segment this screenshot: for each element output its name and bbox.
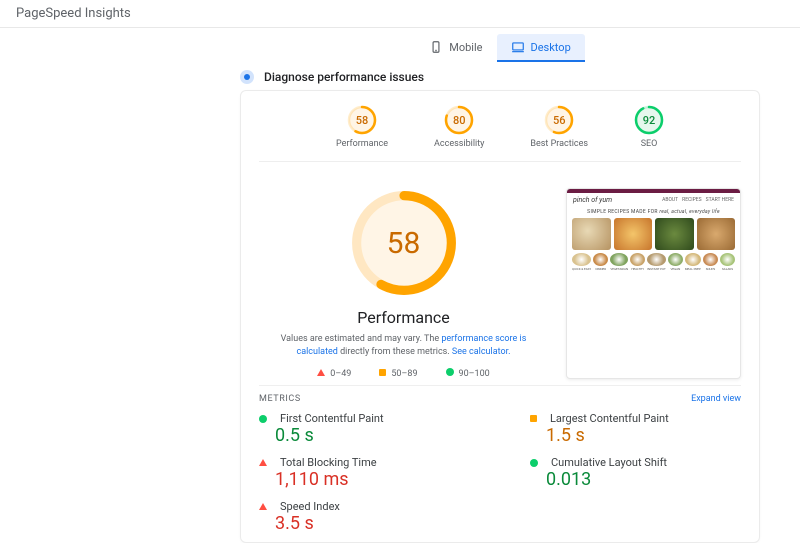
metrics-heading: METRICS — [259, 394, 301, 404]
scores-row: 58 Performance 80 Accessibility 56 Best … — [259, 105, 741, 162]
metric-cumulative-layout-shift[interactable]: Cumulative Layout Shift 0.013 — [530, 456, 741, 490]
performance-gauge: 58 — [349, 188, 459, 298]
circle-green-icon — [530, 459, 538, 467]
metrics-grid: First Contentful Paint 0.5 s Largest Con… — [259, 408, 741, 534]
thumb-headline: SIMPLE RECIPES MADE FOR — [587, 209, 658, 215]
gauge-icon: 56 — [544, 105, 574, 135]
legend-high: 90–100 — [446, 368, 490, 379]
metric-value: 0.5 s — [259, 425, 470, 446]
mobile-icon — [429, 40, 443, 54]
thumb-food-row — [567, 218, 740, 253]
score-best-practices[interactable]: 56 Best Practices — [530, 105, 588, 149]
diagnose-title: Diagnose performance issues — [264, 70, 424, 84]
thumb-nav: pinch of yum ABOUT RECIPES START HERE — [567, 193, 740, 207]
metric-speed-index[interactable]: Speed Index 3.5 s — [259, 500, 470, 534]
metric-value: 0.013 — [530, 469, 741, 490]
score-label: Performance — [336, 139, 388, 149]
thumb-chip: INSTANT POT — [647, 253, 666, 271]
triangle-red-icon — [259, 503, 267, 510]
score-performance[interactable]: 58 Performance — [336, 105, 388, 149]
gauge-icon: 58 — [347, 105, 377, 135]
thumb-nav-item: RECIPES — [682, 197, 702, 203]
metric-value: 3.5 s — [259, 513, 470, 534]
diagnose-header: Diagnose performance issues — [240, 70, 760, 84]
metric-name-row: Largest Contentful Paint — [530, 412, 741, 425]
score-label: Best Practices — [530, 139, 588, 149]
thumb-hero: SIMPLE RECIPES MADE FOR real, actual, ev… — [567, 207, 740, 218]
metric-name: Largest Contentful Paint — [550, 412, 669, 425]
score-label: Accessibility — [434, 139, 484, 149]
circle-green-icon — [446, 368, 454, 376]
triangle-red-icon — [259, 459, 267, 466]
score-label: SEO — [634, 139, 664, 149]
metric-name: Total Blocking Time — [280, 456, 377, 469]
thumb-chip: VEGAN — [668, 253, 683, 271]
gauge-icon: 92 — [634, 105, 664, 135]
performance-title: Performance — [259, 308, 548, 327]
metric-name-row: Speed Index — [259, 500, 470, 513]
expand-view-link[interactable]: Expand view — [691, 394, 741, 404]
score-legend: 0–49 50–89 90–100 — [259, 368, 548, 379]
score-seo[interactable]: 92 SEO — [634, 105, 664, 149]
metric-name-row: Total Blocking Time — [259, 456, 470, 469]
thumb-nav-item: START HERE — [706, 197, 734, 203]
square-orange-icon — [379, 369, 386, 376]
main-content: Mobile Desktop Diagnose performance issu… — [240, 34, 760, 543]
legend-low: 0–49 — [317, 369, 351, 379]
score-value: 56 — [544, 105, 574, 135]
tab-desktop-label: Desktop — [531, 41, 571, 54]
tab-mobile-label: Mobile — [449, 41, 482, 54]
score-value: 92 — [634, 105, 664, 135]
performance-score-value: 58 — [349, 188, 459, 298]
thumb-chip: SALADS — [720, 253, 735, 271]
page-thumbnail: pinch of yum ABOUT RECIPES START HERE SIMP… — [566, 188, 741, 379]
metric-first-contentful-paint[interactable]: First Contentful Paint 0.5 s — [259, 412, 470, 446]
desktop-icon — [511, 40, 525, 54]
metric-name: First Contentful Paint — [280, 412, 384, 425]
metrics-header: METRICS Expand view — [259, 385, 741, 408]
metric-name-row: First Contentful Paint — [259, 412, 470, 425]
report-card: 58 Performance 80 Accessibility 56 Best … — [240, 90, 760, 543]
thumb-nav-item: ABOUT — [662, 197, 678, 203]
metric-largest-contentful-paint[interactable]: Largest Contentful Paint 1.5 s — [530, 412, 741, 446]
performance-gauge-block: 58 Performance Values are estimated and … — [259, 188, 548, 379]
thumb-links: ABOUT RECIPES START HERE — [662, 197, 734, 203]
thumb-chip: QUICK & EASY — [572, 253, 591, 271]
metric-value: 1.5 s — [530, 425, 741, 446]
score-value: 58 — [347, 105, 377, 135]
metric-name: Speed Index — [280, 500, 340, 513]
metric-value: 1,110 ms — [259, 469, 470, 490]
device-tabs: Mobile Desktop — [240, 34, 760, 62]
performance-section: 58 Performance Values are estimated and … — [259, 162, 741, 385]
app-title: PageSpeed Insights — [16, 6, 131, 21]
thumb-chip: HEALTHY — [630, 253, 645, 271]
gauge-icon: 80 — [444, 105, 474, 135]
score-accessibility[interactable]: 80 Accessibility — [434, 105, 484, 149]
app-header: PageSpeed Insights — [0, 0, 800, 28]
metric-name-row: Cumulative Layout Shift — [530, 456, 741, 469]
thumb-headline-em: real, actual, everyday life — [659, 209, 720, 215]
tab-mobile[interactable]: Mobile — [415, 34, 496, 62]
metric-name: Cumulative Layout Shift — [551, 456, 667, 469]
thumb-logo: pinch of yum — [573, 196, 612, 204]
note-text-1: Values are estimated and may vary. The — [281, 334, 442, 344]
score-value: 80 — [444, 105, 474, 135]
square-orange-icon — [530, 415, 537, 422]
see-calculator-link[interactable]: See calculator. — [452, 347, 511, 357]
performance-note: Values are estimated and may vary. The p… — [274, 333, 534, 358]
thumb-chip: MEAL PREP — [685, 253, 701, 271]
thumb-chip: VEGETARIAN — [610, 253, 628, 271]
thumb-chip-row: QUICK & EASYDINNERVEGETARIANHEALTHYINSTA… — [567, 253, 740, 276]
thumb-chip: DINNER — [593, 253, 608, 271]
thumb-chip: SOUPS — [703, 253, 718, 271]
circle-green-icon — [259, 415, 267, 423]
triangle-red-icon — [317, 369, 325, 376]
metric-total-blocking-time[interactable]: Total Blocking Time 1,110 ms — [259, 456, 470, 490]
legend-mid: 50–89 — [379, 369, 417, 379]
tab-desktop[interactable]: Desktop — [497, 34, 585, 62]
radio-dot-icon — [240, 70, 254, 84]
note-text-2: directly from these metrics. — [338, 347, 452, 357]
